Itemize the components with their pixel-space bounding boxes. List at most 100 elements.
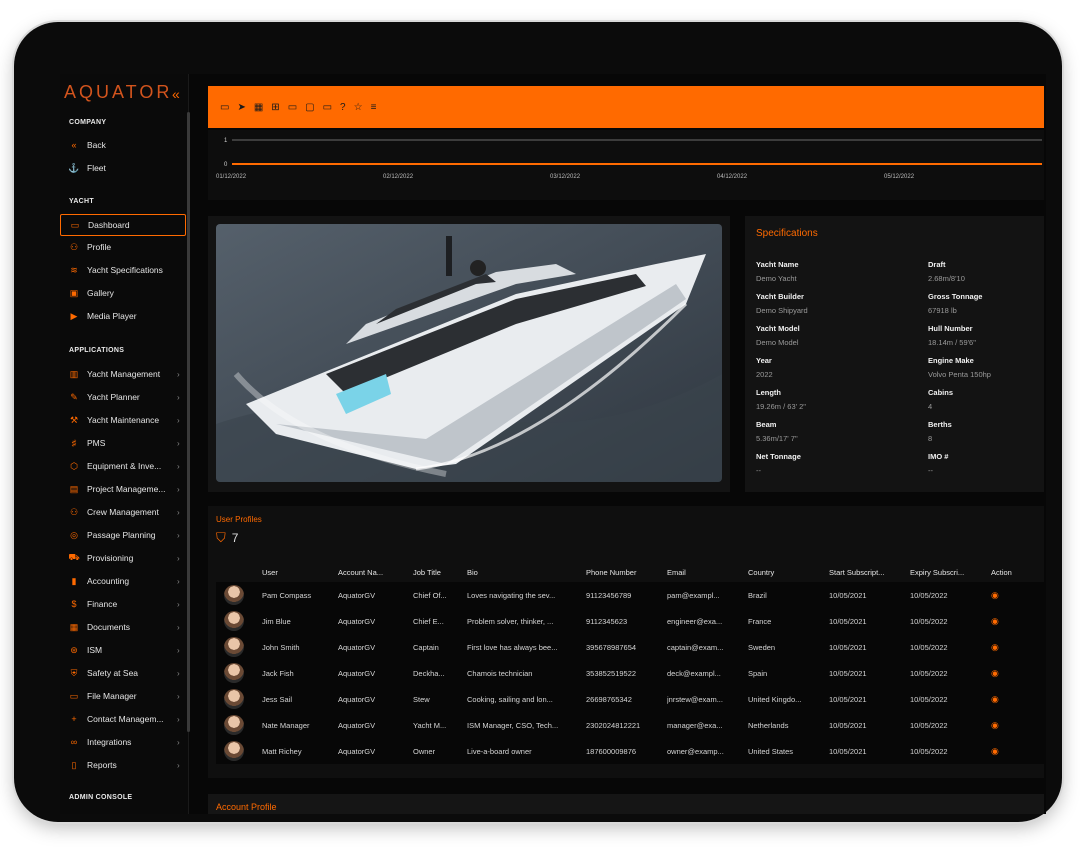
sidebar-item-ism[interactable]: ⊛ ISM › — [60, 640, 186, 660]
sidebar-item-reports[interactable]: ▯ Reports › — [60, 755, 186, 775]
table-cell: AquatorGV — [338, 694, 376, 704]
column-header[interactable]: Email — [667, 564, 745, 580]
sidebar-item-icon: ▮ — [71, 575, 77, 586]
view-eye-icon[interactable]: ◉ — [991, 694, 999, 705]
sidebar-item-equipment-inve[interactable]: ⬡ Equipment & Inve... › — [60, 456, 186, 476]
sidebar-scrollbar[interactable] — [187, 112, 190, 732]
column-header[interactable]: Action — [991, 564, 1031, 580]
toolbar-icon[interactable]: ▭ — [220, 102, 229, 113]
view-eye-icon[interactable]: ◉ — [991, 668, 999, 679]
toolbar-icon[interactable]: ➤ — [237, 102, 245, 113]
sidebar-item-media-player[interactable]: ▶ Media Player — [60, 306, 186, 326]
sidebar-item-label: Dashboard — [88, 220, 130, 230]
table-cell: 10/05/2022 — [910, 746, 948, 756]
column-header[interactable]: Job Title — [413, 564, 463, 580]
sidebar-item-yacht-planner[interactable]: ✎ Yacht Planner › — [60, 387, 186, 407]
toolbar-icon[interactable]: ▭ — [288, 102, 297, 113]
sidebar-item-crew-management[interactable]: ⚇ Crew Management › — [60, 502, 186, 522]
sidebar-item-integrations[interactable]: ∞ Integrations › — [60, 732, 186, 752]
toolbar-icon[interactable]: ▦ — [254, 102, 263, 113]
toolbar-icon[interactable]: ? — [340, 102, 346, 113]
table-cell: owner@examp... — [667, 746, 724, 756]
yacht-photo[interactable] — [216, 224, 722, 482]
view-eye-icon[interactable]: ◉ — [991, 590, 999, 601]
sidebar-item-label: Project Manageme... — [87, 484, 166, 494]
spec-value: 18.14m / 59'6" — [928, 338, 976, 347]
view-eye-icon[interactable]: ◉ — [991, 746, 999, 757]
table-cell: 10/05/2022 — [910, 694, 948, 704]
sidebar-item-documents[interactable]: ▦ Documents › — [60, 617, 186, 637]
table-cell: France — [748, 616, 772, 626]
table-row[interactable]: Matt Richey AquatorGV Owner Live-a-board ow… — [216, 738, 1044, 764]
table-cell: Sweden — [748, 642, 776, 652]
chevron-right-icon: › — [177, 668, 180, 678]
sidebar-item-safety-at-sea[interactable]: ⛨ Safety at Sea › — [60, 663, 186, 683]
column-header[interactable]: Start Subscript... — [829, 564, 907, 580]
column-header[interactable]: User — [262, 564, 334, 580]
table-cell: John Smith — [262, 642, 300, 652]
sidebar-item-icon: ⚇ — [69, 506, 79, 517]
sidebar-item-gallery[interactable]: ▣ Gallery — [60, 283, 186, 303]
sidebar-item-icon: ▤ — [69, 483, 79, 494]
sidebar-item-label: Fleet — [87, 163, 106, 173]
table-cell: Live-a-board owner — [467, 746, 532, 756]
toolbar-icon[interactable]: ☆ — [354, 102, 363, 113]
column-header[interactable]: Country — [748, 564, 826, 580]
sidebar-item-project-manageme[interactable]: ▤ Project Manageme... › — [60, 479, 186, 499]
table-cell: Cooking, sailing and lon... — [467, 694, 553, 704]
sidebar-item-icon: ♯ — [71, 438, 77, 448]
sidebar-item-label: Accounting — [87, 576, 130, 586]
sidebar-item-dashboard[interactable]: ▭ Dashboard — [60, 214, 186, 236]
sidebar-item-pms[interactable]: ♯ PMS › — [60, 433, 186, 453]
table-row[interactable]: John Smith AquatorGV Captain First love has… — [216, 634, 1044, 660]
column-header[interactable]: Expiry Subscri... — [910, 564, 988, 580]
timeline-chart: 1 0 01/12/2022 02/12/2022 03/12/2022 04/… — [208, 130, 1044, 200]
sidebar-item-yacht-specifications[interactable]: ≋ Yacht Specifications — [60, 260, 186, 280]
table-row[interactable]: Pam Compass AquatorGV Chief Of... Loves nav… — [216, 582, 1044, 608]
sidebar-item-file-manager[interactable]: ▭ File Manager › — [60, 686, 186, 706]
spec-value: Demo Model — [756, 338, 799, 347]
sidebar-item-label: Provisioning — [87, 553, 134, 563]
toolbar-icon[interactable]: ▢ — [305, 102, 314, 113]
table-row[interactable]: Jack Fish AquatorGV Deckha... Chamois techn… — [216, 660, 1044, 686]
table-row[interactable]: Jim Blue AquatorGV Chief E... Problem solve… — [216, 608, 1044, 634]
sidebar-item-provisioning[interactable]: ⛟ Provisioning › — [60, 548, 186, 568]
view-eye-icon[interactable]: ◉ — [991, 720, 999, 731]
sidebar-item-fleet[interactable]: ⚓ Fleet — [60, 158, 186, 178]
avatar-cell — [224, 660, 248, 686]
user-profiles-card: User Profiles ⛉ 7 User Account Na... Job T… — [208, 506, 1044, 778]
sidebar-item-icon: ▭ — [69, 690, 79, 701]
sidebar-item-accounting[interactable]: ▮ Accounting › — [60, 571, 186, 591]
avatar-cell — [224, 582, 248, 608]
spec-value: Volvo Penta 150hp — [928, 370, 991, 379]
spec-value: -- — [928, 466, 933, 475]
spec-label: Gross Tonnage — [928, 292, 983, 301]
table-row[interactable]: Nate Manager AquatorGV Yacht M... ISM Manag… — [216, 712, 1044, 738]
sidebar-item-icon: ▯ — [71, 759, 77, 770]
sidebar-item-yacht-maintenance[interactable]: ⚒ Yacht Maintenance › — [60, 410, 186, 430]
column-header[interactable]: Phone Number — [586, 564, 664, 580]
account-profile-card: Account Profile — [208, 794, 1044, 814]
table-cell: 10/05/2022 — [910, 616, 948, 626]
sidebar-item-back[interactable]: « Back — [60, 135, 186, 155]
sidebar-item-contact-managem[interactable]: + Contact Managem... › — [60, 709, 186, 729]
sidebar-item-finance[interactable]: $ Finance › — [60, 594, 186, 614]
column-header[interactable]: Bio — [467, 564, 582, 580]
toolbar-icon[interactable]: ▭ — [323, 102, 332, 113]
sidebar-item-icon: ∞ — [70, 737, 78, 747]
sidebar-item-profile[interactable]: ⚇ Profile — [60, 237, 186, 257]
sidebar-item-yacht-management[interactable]: ▥ Yacht Management › — [60, 364, 186, 384]
avatar-cell — [224, 738, 248, 764]
collapse-sidebar-icon[interactable]: « — [172, 86, 180, 102]
toolbar-icon[interactable]: ≡ — [371, 102, 377, 113]
chevron-right-icon: › — [177, 622, 180, 632]
table-cell: Nate Manager — [262, 720, 310, 730]
sidebar-item-passage-planning[interactable]: ◎ Passage Planning › — [60, 525, 186, 545]
view-eye-icon[interactable]: ◉ — [991, 616, 999, 627]
sidebar-item-icon: ⚓ — [68, 162, 80, 173]
avatar — [224, 637, 244, 657]
table-row[interactable]: Jess Sail AquatorGV Stew Cooking, sailing a… — [216, 686, 1044, 712]
column-header[interactable]: Account Na... — [338, 564, 410, 580]
view-eye-icon[interactable]: ◉ — [991, 642, 999, 653]
toolbar-icon[interactable]: ⊞ — [271, 102, 279, 113]
